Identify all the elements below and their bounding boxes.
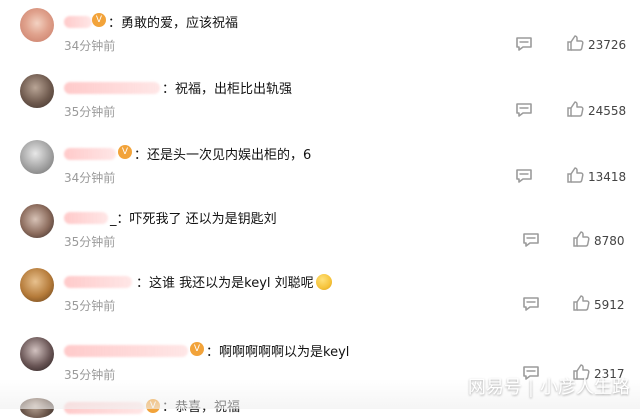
- blurred-username[interactable]: [64, 345, 188, 357]
- avatar[interactable]: [20, 74, 54, 108]
- avatar[interactable]: [20, 337, 54, 371]
- avatar[interactable]: [20, 140, 54, 174]
- like-count: 23726: [588, 38, 627, 52]
- like-count: 5912: [594, 298, 625, 312]
- comment-item: V ：勇敢的爱，应该祝福 34分钟前 23726: [0, 6, 640, 72]
- like-count: 24558: [588, 104, 627, 118]
- thumbs-up-icon[interactable]: [572, 294, 590, 312]
- reply-icon[interactable]: [515, 168, 533, 184]
- vip-badge-icon: V: [118, 145, 132, 159]
- blurred-username[interactable]: [64, 276, 132, 288]
- thumbs-up-icon[interactable]: [566, 100, 584, 118]
- avatar[interactable]: [20, 8, 54, 42]
- watermark-separator: |: [527, 377, 534, 398]
- emoji-icon: [315, 274, 332, 290]
- vip-badge-icon: V: [190, 342, 204, 356]
- avatar[interactable]: [20, 204, 54, 238]
- comment-text-content: ：这谁 我还以为是keyl 刘聪呢: [136, 276, 314, 291]
- reply-icon[interactable]: [522, 296, 540, 312]
- comment-time: 35分钟前: [64, 235, 116, 249]
- comment-item: V ：还是头一次见内娱出柜的，6 34分钟前 13418: [0, 138, 640, 204]
- comment-time: 34分钟前: [64, 171, 116, 185]
- comment-time: 35分钟前: [64, 299, 116, 313]
- watermark: 网易号 | 小彦人生路: [468, 373, 630, 399]
- comment-item: _：吓死我了 还以为是钥匙刘 35分钟前 8780: [0, 202, 640, 268]
- comment-time: 34分钟前: [64, 39, 116, 53]
- blurred-username[interactable]: [64, 212, 108, 224]
- blurred-username[interactable]: [64, 82, 160, 94]
- reply-icon[interactable]: [515, 36, 533, 52]
- like-count: 13418: [588, 170, 627, 184]
- watermark-brand: 网易号: [467, 377, 522, 398]
- comment-text: ：勇敢的爱，应该祝福: [108, 16, 239, 31]
- blurred-username[interactable]: [64, 16, 92, 28]
- thumbs-up-icon[interactable]: [566, 166, 584, 184]
- comment-text: ：祝福，出柜比出轨强: [162, 82, 293, 97]
- comment-text: ：啊啊啊啊啊以为是keyl: [206, 345, 350, 360]
- like-count: 8780: [594, 234, 625, 248]
- thumbs-up-icon[interactable]: [572, 230, 590, 248]
- reply-icon[interactable]: [515, 102, 533, 118]
- thumbs-up-icon[interactable]: [566, 34, 584, 52]
- vip-badge-icon: V: [92, 13, 106, 27]
- avatar[interactable]: [20, 268, 54, 302]
- comment-time: 35分钟前: [64, 105, 116, 119]
- watermark-account: 小彦人生路: [540, 377, 630, 398]
- comment-item: ：这谁 我还以为是keyl 刘聪呢 35分钟前 5912: [0, 266, 640, 332]
- comment-item: ：祝福，出柜比出轨强 35分钟前 24558: [0, 72, 640, 138]
- comment-text: _：吓死我了 还以为是钥匙刘: [110, 212, 277, 227]
- comment-text: ：这谁 我还以为是keyl 刘聪呢: [136, 272, 332, 291]
- reply-icon[interactable]: [522, 232, 540, 248]
- comment-text: ：还是头一次见内娱出柜的，6: [134, 148, 312, 163]
- blurred-username[interactable]: [64, 148, 116, 160]
